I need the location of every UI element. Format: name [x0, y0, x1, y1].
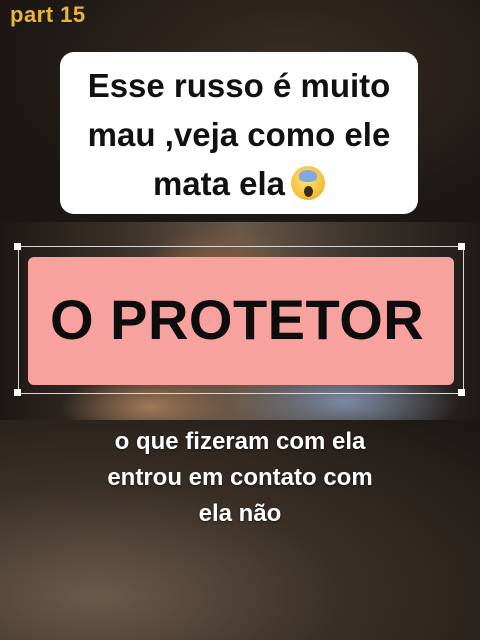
resize-handle-bottom-left[interactable] [14, 389, 21, 396]
title-line-3: mata ela [60, 165, 418, 203]
title-line-2: mau ,veja como ele [87, 116, 391, 153]
part-label: part 15 [10, 2, 86, 27]
subtitle-line-3: ela não [198, 500, 282, 527]
subtitle-line-1: o que fizeram com ela [114, 428, 366, 455]
resize-handle-top-left[interactable] [14, 243, 21, 250]
title-banner[interactable]: O PROTETOR [28, 257, 454, 385]
subtitle-line-2: entrou em contato com [107, 464, 373, 491]
title-line-1: Esse russo é muito [87, 67, 391, 104]
title-card: Esse russo é muito mau ,veja como ele ma… [60, 52, 418, 214]
title-line-3-text: mata ela [152, 165, 286, 202]
banner-text: O PROTETOR [50, 288, 425, 351]
resize-handle-bottom-right[interactable] [458, 389, 465, 396]
resize-handle-top-right[interactable] [458, 243, 465, 250]
face-screaming-in-fear-icon [291, 166, 326, 200]
